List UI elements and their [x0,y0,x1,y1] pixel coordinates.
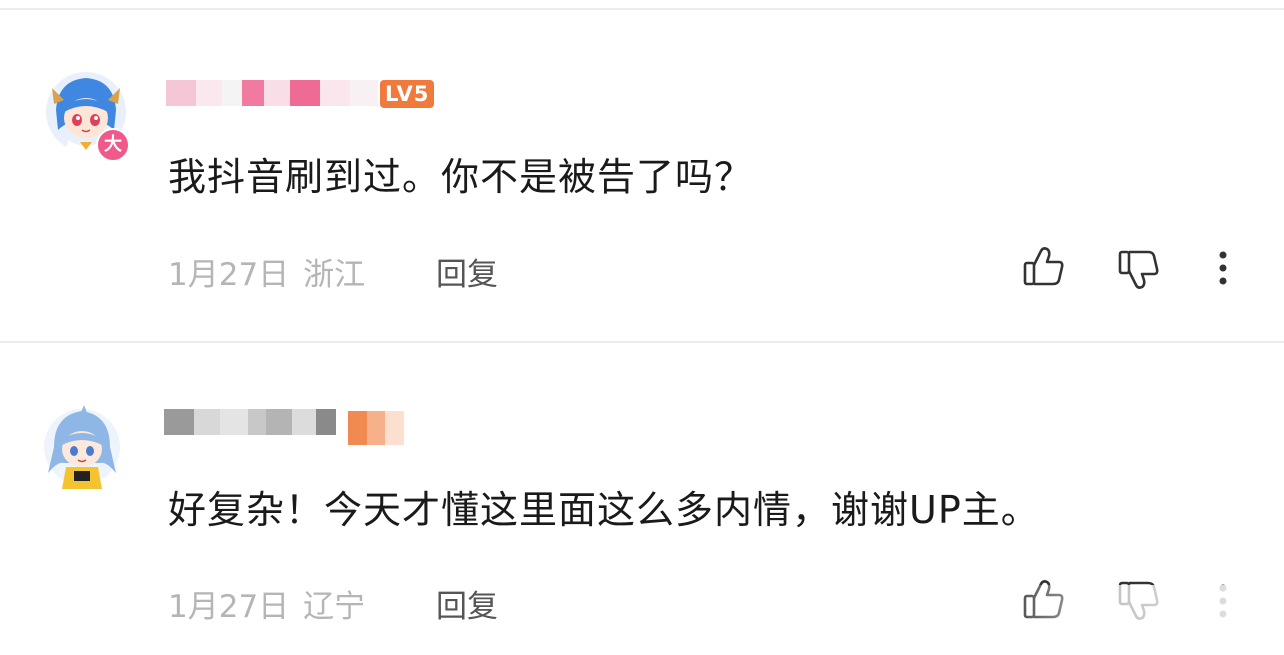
comment-meta: 1月27日 浙江 [168,249,365,294]
comment-date: 1月27日 [168,257,290,293]
comment-location: 辽宁 [303,589,366,625]
comment-text: 我抖音刷到过。你不是被告了吗？ [168,155,754,199]
comment-meta: 1月27日 辽宁 [168,581,365,626]
comment-date: 1月27日 [168,589,290,625]
username-redacted[interactable] [166,76,378,110]
vip-badge: 大 [96,128,130,162]
watermark-overlay [994,585,1284,655]
more-vertical-icon[interactable] [1216,250,1230,290]
comment-item: 大 LV5 我抖音刷到过。你不是被告了吗？ 1月27日 浙江 回复 [0,0,1284,340]
comment-location: 浙江 [303,257,366,293]
reply-button[interactable]: 回复 [436,249,498,294]
comment-text: 好复杂！今天才懂这里面这么多内情，谢谢UP主。 [168,488,1040,532]
thumbs-up-icon[interactable] [1022,244,1066,292]
thumbs-down-icon[interactable] [1117,248,1161,296]
avatar[interactable] [40,403,120,489]
comment-item: 好复杂！今天才懂这里面这么多内情，谢谢UP主。 1月27日 辽宁 回复 [0,343,1284,655]
level-badge-redacted [348,411,405,445]
reply-button[interactable]: 回复 [436,581,498,626]
level-badge: LV5 [380,80,435,108]
username-redacted[interactable] [164,405,336,439]
